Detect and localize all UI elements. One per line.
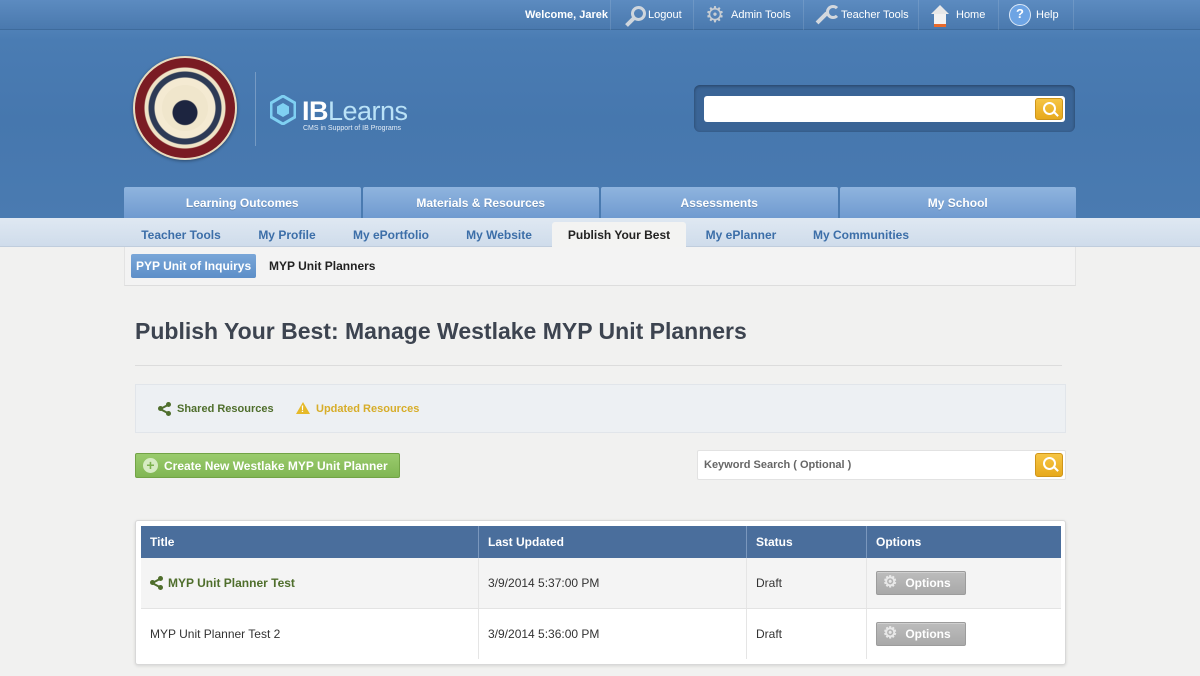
cog-icon: ⚙ [883, 574, 898, 591]
home-link[interactable]: Home [918, 0, 995, 30]
cell-status: Draft [747, 609, 867, 659]
column-header-status[interactable]: Status [747, 526, 867, 558]
options-button[interactable]: ⚙ Options [876, 622, 966, 646]
site-header: Welcome, Jarek Logout ⚙ Admin Tools Teac… [0, 0, 1200, 218]
warning-icon [296, 402, 310, 415]
iblearns-hexagon-icon [270, 95, 296, 125]
teacher-tools-label: Teacher Tools [841, 9, 909, 21]
secondary-navigation: Teacher Tools My Profile My ePortfolio M… [0, 218, 1200, 247]
keyword-search-button[interactable] [1035, 453, 1063, 477]
share-icon [150, 576, 164, 590]
teacher-tools-link[interactable]: Teacher Tools [803, 0, 919, 30]
options-label: Options [905, 627, 951, 641]
tertiary-navigation: PYP Unit of Inquirys MYP Unit Planners [124, 247, 1076, 286]
updated-resources-link[interactable]: Updated Resources [296, 402, 419, 415]
cell-options: ⚙ Options [867, 558, 1061, 608]
help-label: Help [1036, 9, 1059, 21]
brand-tagline: CMS in Support of IB Programs [303, 125, 402, 132]
subtab-my-website[interactable]: My Website [455, 222, 543, 247]
subtab-publish-your-best[interactable]: Publish Your Best [552, 222, 686, 247]
keyword-search-input[interactable] [698, 451, 1028, 479]
logo-divider [255, 72, 256, 146]
options-button[interactable]: ⚙ Options [876, 571, 966, 595]
table-row: MYP Unit Planner Test 2 3/9/2014 5:36:00… [141, 609, 1061, 660]
subtab-my-eplanner[interactable]: My ePlanner [696, 222, 786, 247]
header-search-button[interactable] [1035, 98, 1063, 120]
logout-label: Logout [648, 9, 682, 21]
resource-filter-bar: Shared Resources Updated Resources [135, 384, 1066, 433]
main-navigation: Learning Outcomes Materials & Resources … [124, 187, 1076, 218]
cog-icon: ⚙ [883, 625, 898, 642]
cell-title: MYP Unit Planner Test [141, 558, 479, 608]
brand-ib: IB [302, 96, 329, 126]
top-utility-bar: Welcome, Jarek Logout ⚙ Admin Tools Teac… [0, 0, 1200, 30]
cell-options: ⚙ Options [867, 609, 1061, 659]
title-divider [135, 365, 1062, 366]
subtab-teacher-tools[interactable]: Teacher Tools [130, 222, 232, 247]
create-button-label: Create New Westlake MYP Unit Planner [164, 458, 388, 473]
column-header-title[interactable]: Title [141, 526, 479, 558]
keyword-search [697, 450, 1066, 480]
column-header-last-updated[interactable]: Last Updated [479, 526, 747, 558]
home-label: Home [956, 9, 986, 21]
planner-title[interactable]: MYP Unit Planner Test 2 [150, 627, 280, 641]
column-header-options: Options [876, 535, 922, 549]
planner-title: MYP Unit Planner Test [168, 576, 295, 590]
cell-last-updated: 3/9/2014 5:37:00 PM [479, 558, 747, 608]
logout-link[interactable]: Logout [610, 0, 692, 30]
options-label: Options [905, 576, 951, 590]
admin-tools-link[interactable]: ⚙ Admin Tools [693, 0, 801, 30]
page-title: Publish Your Best: Manage Westlake MYP U… [135, 318, 747, 344]
welcome-text: Welcome, Jarek [525, 9, 608, 21]
help-icon: ? [1009, 4, 1031, 26]
wrench-icon [814, 4, 840, 26]
admin-tools-label: Admin Tools [731, 9, 791, 21]
brand-learns: Learns [328, 96, 408, 126]
main-tab-materials-resources[interactable]: Materials & Resources [362, 187, 599, 218]
iblearns-wordmark[interactable]: IBLearns [302, 96, 408, 127]
cell-status: Draft [747, 558, 867, 608]
tab-pyp-unit-of-inquirys[interactable]: PYP Unit of Inquirys [131, 254, 257, 278]
cell-title: MYP Unit Planner Test 2 [141, 609, 479, 659]
table-row: MYP Unit Planner Test 3/9/2014 5:37:00 P… [141, 558, 1061, 609]
share-icon [158, 402, 172, 416]
subtab-my-profile[interactable]: My Profile [246, 222, 328, 247]
header-search [694, 85, 1075, 132]
main-tab-learning-outcomes[interactable]: Learning Outcomes [124, 187, 361, 218]
updated-resources-label: Updated Resources [316, 402, 420, 415]
shared-resources-link[interactable]: Shared Resources [158, 402, 274, 416]
cell-last-updated: 3/9/2014 5:36:00 PM [479, 609, 747, 659]
subtab-my-eportfolio[interactable]: My ePortfolio [342, 222, 440, 247]
main-tab-assessments[interactable]: Assessments [601, 187, 838, 218]
home-icon [929, 4, 951, 27]
planner-title-link[interactable]: MYP Unit Planner Test [150, 576, 295, 590]
tab-myp-unit-planners[interactable]: MYP Unit Planners [269, 254, 375, 278]
shared-resources-label: Shared Resources [177, 403, 274, 415]
subtab-my-communities[interactable]: My Communities [801, 222, 921, 247]
unit-planners-table: Title Last Updated Status Options MYP Un… [135, 520, 1066, 665]
create-unit-planner-button[interactable]: + Create New Westlake MYP Unit Planner [135, 453, 400, 478]
main-tab-my-school[interactable]: My School [839, 187, 1076, 218]
plus-icon: + [143, 458, 158, 473]
header-search-input[interactable] [704, 96, 1065, 122]
westlake-academy-seal-logo[interactable] [133, 56, 237, 160]
key-icon [621, 4, 646, 26]
seal-emblem [162, 85, 208, 131]
help-link[interactable]: ? Help [998, 0, 1074, 30]
gear-icon: ⚙ [705, 2, 725, 27]
table-header: Title Last Updated Status Options [141, 526, 1061, 558]
